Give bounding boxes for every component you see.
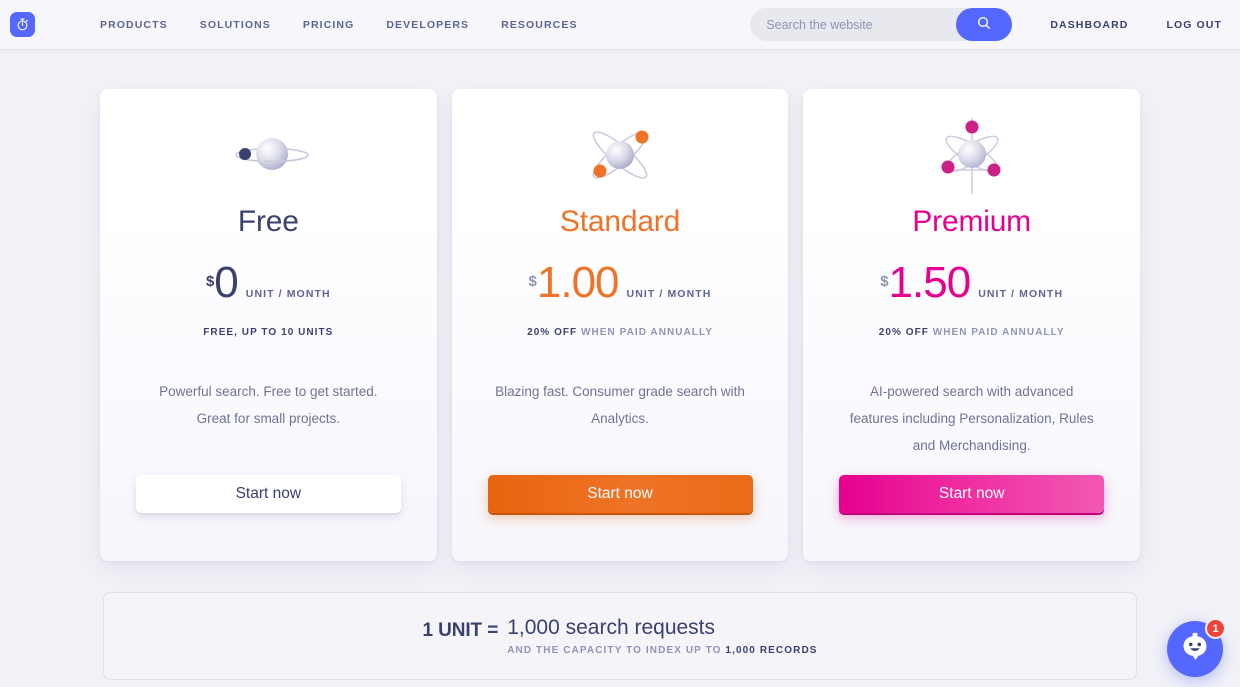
logo[interactable]: [10, 12, 35, 37]
start-now-button-standard[interactable]: Start now: [487, 475, 753, 513]
plan-note-plain: WHEN PAID ANNUALLY: [928, 327, 1065, 338]
banner-content: 1 UNIT = 1,000 search requests AND THE C…: [422, 616, 817, 656]
banner-text-group: 1,000 search requests AND THE CAPACITY T…: [507, 616, 817, 656]
banner-sub-bold: 1,000 RECORDS: [725, 645, 818, 657]
plan-note-plain: WHEN PAID ANNUALLY: [577, 327, 713, 338]
price-amount: 0: [214, 258, 239, 307]
start-now-button-premium[interactable]: Start now: [839, 475, 1105, 513]
start-now-button-free[interactable]: Start now: [135, 475, 401, 513]
pricing-card-premium: Premium $ 1.50 UNIT / MONTH 20% OFF WHEN…: [803, 89, 1141, 561]
plan-price-standard: $ 1.00 UNIT / MONTH: [529, 261, 712, 305]
unit-definition-banner: 1 UNIT = 1,000 search requests AND THE C…: [103, 592, 1137, 680]
price-currency: $: [528, 273, 537, 290]
plan-description-free: Powerful search. Free to get started. Gr…: [159, 384, 378, 426]
nav-item-solutions[interactable]: SOLUTIONS: [200, 19, 271, 31]
price-amount: 1.00: [536, 258, 620, 307]
logout-link[interactable]: LOG OUT: [1166, 19, 1222, 31]
stopwatch-icon: [15, 17, 30, 32]
chat-unread-badge: 1: [1205, 618, 1226, 639]
plan-name-standard: Standard: [559, 205, 681, 238]
price-amount: 1.50: [888, 258, 972, 307]
plan-name-premium: Premium: [912, 205, 1031, 238]
search-icon: [976, 15, 992, 34]
plan-name-free: Free: [237, 205, 299, 238]
nav-item-products[interactable]: PRODUCTS: [100, 19, 168, 31]
pricing-page: Free $ 0 UNIT / MONTH FREE, UP TO 10 UNI…: [0, 49, 1240, 687]
banner-sub-text: AND THE CAPACITY TO INDEX UP TO 1,000 RE…: [507, 645, 817, 656]
plan-note-bold-prefix: FREE, UP TO: [203, 327, 282, 338]
plan-price-premium: $ 1.50 UNIT / MONTH: [880, 261, 1063, 305]
atom-two-electrons-icon: [572, 109, 668, 201]
search-box[interactable]: [750, 8, 1013, 41]
plan-description-premium: AI-powered search with advanced features…: [849, 384, 1094, 453]
dashboard-link[interactable]: DASHBOARD: [1050, 19, 1128, 31]
pricing-card-standard: Standard $ 1.00 UNIT / MONTH 20% OFF WHE…: [451, 89, 789, 561]
pricing-cards: Free $ 0 UNIT / MONTH FREE, UP TO 10 UNI…: [100, 89, 1141, 561]
nav-item-pricing[interactable]: PRICING: [303, 19, 354, 31]
plan-description-standard: Blazing fast. Consumer grade search with…: [495, 384, 745, 426]
plan-note-bold-prefix: 20% OFF: [527, 327, 578, 338]
price-currency: $: [880, 273, 889, 290]
planet-one-moon-icon: [220, 109, 316, 201]
price-unit: UNIT / MONTH: [245, 288, 331, 300]
banner-sub-plain: AND THE CAPACITY TO INDEX UP TO: [507, 645, 726, 657]
banner-main-text: 1,000 search requests: [507, 615, 716, 639]
plan-note-premium: 20% OFF WHEN PAID ANNUALLY: [879, 327, 1065, 338]
price-currency: $: [205, 273, 215, 290]
plan-note-free: FREE, UP TO 10 UNITS: [203, 327, 333, 338]
search-input[interactable]: [750, 8, 951, 41]
banner-lead-label: 1 UNIT =: [422, 619, 499, 641]
chat-widget-button[interactable]: 1: [1167, 618, 1226, 677]
price-unit: UNIT / MONTH: [978, 288, 1064, 300]
pricing-card-free: Free $ 0 UNIT / MONTH FREE, UP TO 10 UNI…: [100, 89, 437, 561]
price-unit: UNIT / MONTH: [626, 288, 712, 300]
plan-note-bold-prefix: 20% OFF: [878, 327, 929, 338]
plan-note-bold-suffix: 10 UNITS: [281, 327, 334, 338]
plan-price-free: $ 0 UNIT / MONTH: [206, 261, 331, 305]
search-button[interactable]: [956, 8, 1013, 41]
nav-item-resources[interactable]: RESOURCES: [501, 19, 577, 31]
plan-note-standard: 20% OFF WHEN PAID ANNUALLY: [527, 327, 713, 338]
site-header: PRODUCTS SOLUTIONS PRICING DEVELOPERS RE…: [0, 0, 1240, 49]
nav-item-developers[interactable]: DEVELOPERS: [386, 19, 469, 31]
atom-three-electrons-icon: [924, 109, 1020, 201]
header-actions: DASHBOARD LOG OUT: [750, 8, 1240, 41]
main-nav: PRODUCTS SOLUTIONS PRICING DEVELOPERS RE…: [100, 19, 578, 31]
